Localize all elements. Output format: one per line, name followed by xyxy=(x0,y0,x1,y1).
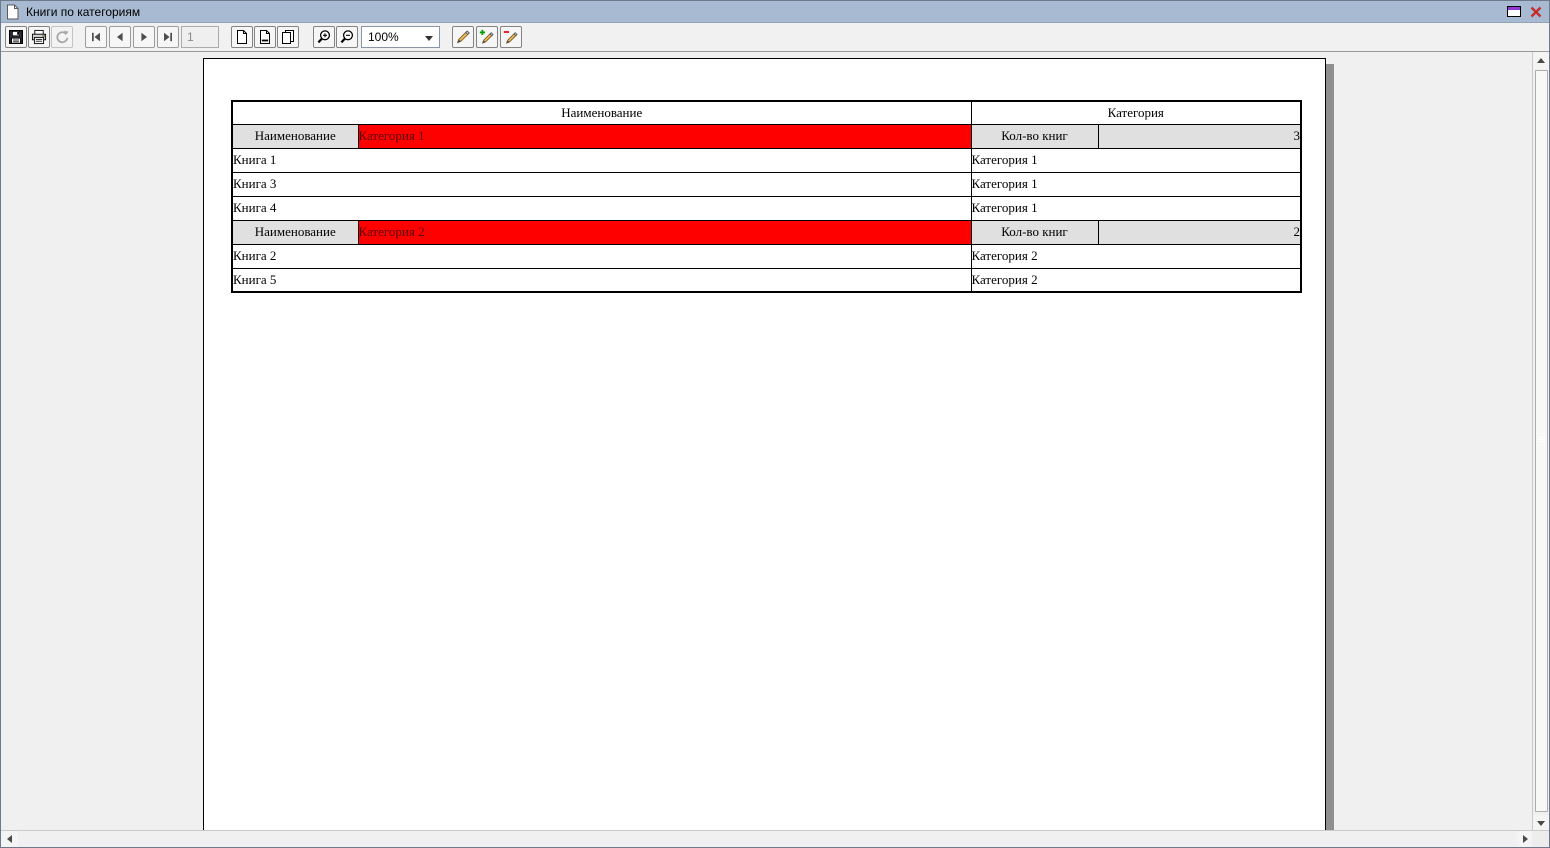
report-cell-name: Книга 1 xyxy=(232,148,971,172)
column-header-row: НаименованиеКатегория xyxy=(232,101,1301,124)
last-page-button[interactable] xyxy=(157,26,179,48)
scroll-up-button[interactable] xyxy=(1533,52,1549,69)
maximize-button[interactable] xyxy=(1507,6,1521,17)
refresh-button[interactable] xyxy=(51,26,73,48)
edit-page-icon xyxy=(455,29,471,45)
title-bar: Книги по категориям xyxy=(1,1,1549,23)
next-page-button[interactable] xyxy=(133,26,155,48)
scroll-right-icon xyxy=(1523,835,1528,843)
toolbar: 100% xyxy=(1,23,1549,52)
whole-page-icon xyxy=(234,29,250,45)
report-cell-category: Категория 1 xyxy=(971,148,1301,172)
vertical-scrollbar-thumb[interactable] xyxy=(1535,70,1548,812)
two-pages-icon xyxy=(280,29,296,45)
column-header-category: Категория xyxy=(971,101,1301,124)
report-row: Книга 4Категория 1 xyxy=(232,196,1301,220)
page-width-icon xyxy=(257,29,273,45)
scroll-left-icon xyxy=(7,835,12,843)
page-width-button[interactable] xyxy=(254,26,276,48)
scroll-up-icon xyxy=(1537,58,1545,63)
zoom-out-button[interactable] xyxy=(336,26,358,48)
group-band-value: Категория 1 xyxy=(358,124,971,148)
zoom-select[interactable]: 100% xyxy=(361,26,440,48)
group-count-label: Кол-во книг xyxy=(971,220,1098,244)
close-icon xyxy=(1530,6,1542,18)
report-page: НаименованиеКатегорияНаименованиеКатегор… xyxy=(203,58,1326,832)
zoom-in-icon xyxy=(316,29,332,45)
first-page-button[interactable] xyxy=(85,26,107,48)
refresh-icon xyxy=(54,29,70,45)
report-cell-category: Категория 2 xyxy=(971,244,1301,268)
add-page-button[interactable] xyxy=(476,26,498,48)
report-cell-category: Категория 1 xyxy=(971,196,1301,220)
group-count-value: 3 xyxy=(1098,124,1301,148)
next-page-icon xyxy=(138,31,150,43)
group-header-row: НаименованиеКатегория 2Кол-во книг2 xyxy=(232,220,1301,244)
group-band-label: Наименование xyxy=(232,220,358,244)
print-button[interactable] xyxy=(28,26,50,48)
report-row: Книга 3Категория 1 xyxy=(232,172,1301,196)
prev-page-icon xyxy=(114,31,126,43)
group-band-value: Категория 2 xyxy=(358,220,971,244)
column-header-name: Наименование xyxy=(232,101,971,124)
window-title: Книги по категориям xyxy=(26,5,140,19)
maximize-icon xyxy=(1507,6,1521,17)
edit-page-button[interactable] xyxy=(452,26,474,48)
delete-page-button[interactable] xyxy=(500,26,522,48)
print-icon xyxy=(31,29,47,45)
window-controls xyxy=(1507,6,1544,18)
scroll-left-button[interactable] xyxy=(1,831,18,847)
report-row: Книга 5Категория 2 xyxy=(232,268,1301,292)
report-row: Книга 1Категория 1 xyxy=(232,148,1301,172)
report-cell-name: Книга 4 xyxy=(232,196,971,220)
preview-window: Книги по категориям xyxy=(0,0,1550,848)
report-cell-category: Категория 2 xyxy=(971,268,1301,292)
group-count-value: 2 xyxy=(1098,220,1301,244)
scrollbar-corner xyxy=(1532,830,1549,847)
first-page-icon xyxy=(90,31,102,43)
save-button[interactable] xyxy=(5,26,27,48)
preview-area: НаименованиеКатегорияНаименованиеКатегор… xyxy=(1,52,1534,832)
report-cell-category: Категория 1 xyxy=(971,172,1301,196)
report-cell-name: Книга 5 xyxy=(232,268,971,292)
scroll-down-icon xyxy=(1537,821,1545,826)
report-row: Книга 2Категория 2 xyxy=(232,244,1301,268)
scrollbar-grip-icon xyxy=(1538,437,1545,443)
last-page-icon xyxy=(162,31,174,43)
report-cell-name: Книга 3 xyxy=(232,172,971,196)
two-pages-button[interactable] xyxy=(277,26,299,48)
zoom-in-button[interactable] xyxy=(313,26,335,48)
page-number-input[interactable] xyxy=(181,26,219,48)
zoom-value: 100% xyxy=(368,30,399,44)
add-page-icon xyxy=(479,29,495,45)
prev-page-button[interactable] xyxy=(109,26,131,48)
chevron-down-icon xyxy=(425,36,433,41)
report-table: НаименованиеКатегорияНаименованиеКатегор… xyxy=(231,100,1302,293)
group-count-label: Кол-во книг xyxy=(971,124,1098,148)
vertical-scrollbar[interactable] xyxy=(1532,52,1549,832)
page-shadow xyxy=(1326,64,1334,832)
group-header-row: НаименованиеКатегория 1Кол-во книг3 xyxy=(232,124,1301,148)
report-cell-name: Книга 2 xyxy=(232,244,971,268)
zoom-out-icon xyxy=(339,29,355,45)
group-band-label: Наименование xyxy=(232,124,358,148)
save-icon xyxy=(8,29,24,45)
horizontal-scrollbar[interactable] xyxy=(1,830,1534,847)
close-button[interactable] xyxy=(1530,6,1542,18)
delete-page-icon xyxy=(503,29,519,45)
whole-page-button[interactable] xyxy=(231,26,253,48)
document-icon xyxy=(6,4,19,20)
